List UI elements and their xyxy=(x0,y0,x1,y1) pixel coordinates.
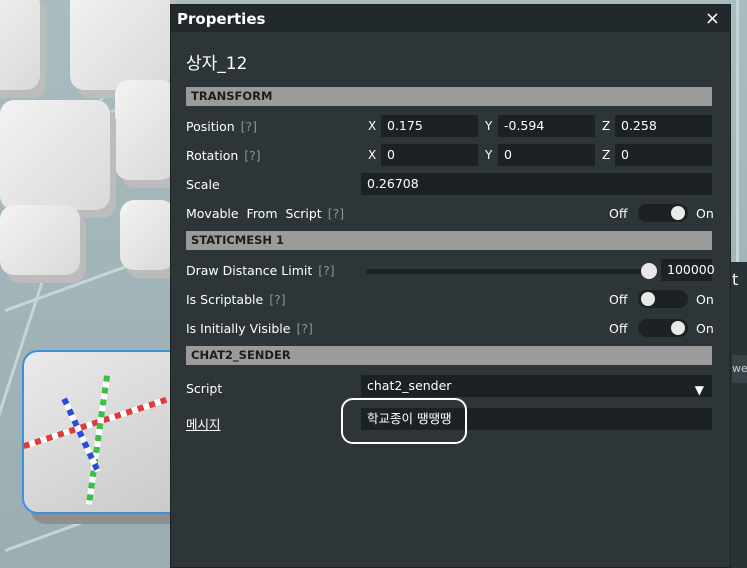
properties-panel: Properties × 상자_12 TRANSFORM Position [?]… xyxy=(170,4,731,568)
rotation-label-text: Rotation xyxy=(186,148,239,163)
movable-help-icon[interactable]: [?] xyxy=(328,206,344,221)
side-panel-item[interactable]: we xyxy=(732,355,747,383)
scriptable-label: Is Scriptable [?] xyxy=(186,292,286,307)
cube-object[interactable] xyxy=(120,200,175,270)
visible-off-label: Off xyxy=(609,321,628,336)
position-help-icon[interactable]: [?] xyxy=(241,119,257,134)
rotation-y-input[interactable]: 0 xyxy=(498,144,595,166)
position-y-input[interactable]: -0.594 xyxy=(498,115,595,137)
scale-input[interactable]: 0.26708 xyxy=(361,173,712,195)
movable-label-text: Movable From Script xyxy=(186,206,322,221)
scriptable-help-icon[interactable]: [?] xyxy=(269,292,285,307)
position-x-axis: X xyxy=(368,119,377,133)
scriptable-on-label: On xyxy=(696,292,714,307)
position-y-axis: Y xyxy=(485,119,493,133)
cube-object[interactable] xyxy=(0,0,40,90)
scriptable-off-label: Off xyxy=(609,292,628,307)
movable-toggle[interactable] xyxy=(638,204,688,222)
script-dropdown[interactable]: chat2_sender ▼ xyxy=(361,375,712,397)
rotation-label: Rotation [?] xyxy=(186,148,261,163)
panel-title: Properties xyxy=(177,10,266,28)
section-transform[interactable]: TRANSFORM xyxy=(186,87,712,106)
visible-help-icon[interactable]: [?] xyxy=(296,321,312,336)
message-label: 메시지 xyxy=(186,417,221,432)
rotation-y-axis: Y xyxy=(485,148,493,162)
movable-label: Movable From Script [?] xyxy=(186,206,344,221)
chevron-down-icon[interactable]: ▼ xyxy=(695,379,704,401)
rotation-x-axis: X xyxy=(368,148,377,162)
toggle-knob xyxy=(641,292,655,306)
scriptable-toggle[interactable] xyxy=(638,290,688,308)
position-x-input[interactable]: 0.175 xyxy=(381,115,478,137)
draw-distance-help-icon[interactable]: [?] xyxy=(318,263,334,278)
side-panel-title: t xyxy=(732,270,739,289)
visible-on-label: On xyxy=(696,321,714,336)
panel-titlebar[interactable]: Properties × xyxy=(171,5,730,32)
section-chat2-sender[interactable]: CHAT2_SENDER xyxy=(186,346,712,365)
close-icon[interactable]: × xyxy=(705,8,720,29)
cube-object[interactable] xyxy=(0,100,110,210)
highlight-outline xyxy=(341,398,467,444)
toggle-knob xyxy=(671,206,685,220)
cube-object[interactable] xyxy=(70,0,170,90)
side-panel xyxy=(730,262,747,568)
draw-distance-input[interactable]: 100000 xyxy=(661,259,715,281)
script-dropdown-value: chat2_sender xyxy=(367,378,452,393)
movable-on-label: On xyxy=(696,206,714,221)
position-label-text: Position xyxy=(186,119,235,134)
rotation-z-axis: Z xyxy=(602,148,611,162)
cube-object[interactable] xyxy=(115,80,175,180)
rotation-help-icon[interactable]: [?] xyxy=(244,148,260,163)
position-z-axis: Z xyxy=(602,119,611,133)
section-staticmesh[interactable]: STATICMESH 1 xyxy=(186,231,712,250)
draw-distance-slider-handle[interactable] xyxy=(641,263,657,279)
rotation-x-input[interactable]: 0 xyxy=(381,144,478,166)
visible-label: Is Initially Visible [?] xyxy=(186,321,313,336)
position-z-input[interactable]: 0.258 xyxy=(615,115,712,137)
rotation-z-input[interactable]: 0 xyxy=(615,144,712,166)
movable-off-label: Off xyxy=(609,206,628,221)
object-name: 상자_12 xyxy=(186,54,248,74)
visible-label-text: Is Initially Visible xyxy=(186,321,291,336)
draw-distance-label-text: Draw Distance Limit xyxy=(186,263,313,278)
scriptable-label-text: Is Scriptable xyxy=(186,292,264,307)
script-label: Script xyxy=(186,381,223,396)
draw-distance-slider[interactable] xyxy=(366,269,651,274)
visible-toggle[interactable] xyxy=(638,319,688,337)
cube-object[interactable] xyxy=(0,205,80,275)
toggle-knob xyxy=(671,321,685,335)
draw-distance-label: Draw Distance Limit [?] xyxy=(186,263,335,278)
position-label: Position [?] xyxy=(186,119,257,134)
scale-label: Scale xyxy=(186,177,220,192)
